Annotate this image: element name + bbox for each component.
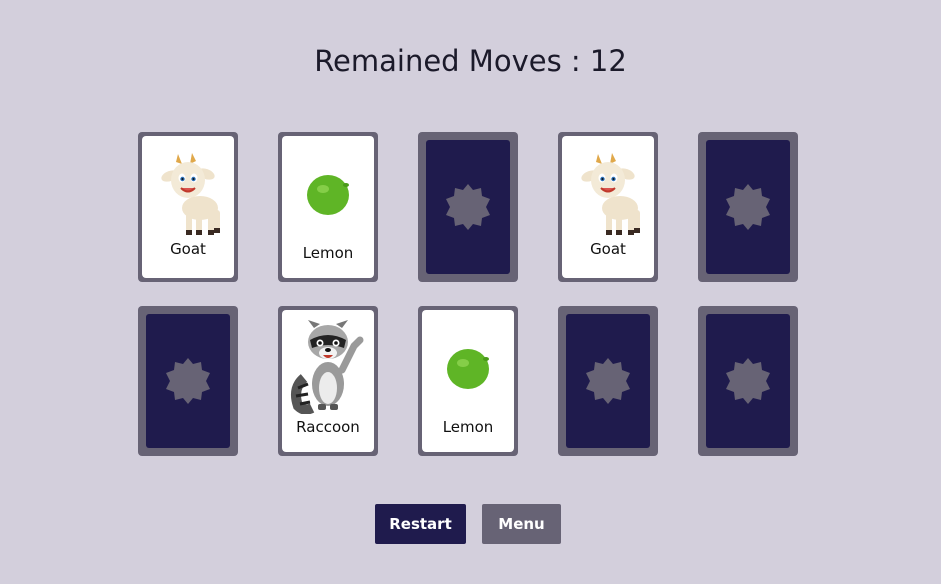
- card-face-down[interactable]: [558, 306, 658, 456]
- card-face-down[interactable]: [138, 306, 238, 456]
- card-back-star-icon: [166, 358, 210, 404]
- card-lemon[interactable]: Lemon: [278, 132, 378, 282]
- card-back: [146, 314, 230, 448]
- card-face: Lemon: [282, 136, 374, 278]
- card-back: [706, 314, 790, 448]
- lemon-icon: [422, 346, 514, 392]
- card-back-star-icon: [726, 358, 770, 404]
- card-raccoon[interactable]: Raccoon: [278, 306, 378, 456]
- card-label: Lemon: [442, 418, 494, 436]
- menu-button[interactable]: Menu: [482, 504, 561, 544]
- card-label: Goat: [590, 240, 626, 258]
- card-back-star-icon: [726, 184, 770, 230]
- raccoon-icon: [282, 318, 374, 414]
- card-face-down[interactable]: [698, 306, 798, 456]
- card-face: Lemon: [422, 310, 514, 452]
- card-back-star-icon: [586, 358, 630, 404]
- card-label: Raccoon: [296, 418, 360, 436]
- goat-icon: [142, 150, 234, 238]
- card-back: [706, 140, 790, 274]
- card-back-star-icon: [446, 184, 490, 230]
- lemon-icon: [282, 172, 374, 218]
- card-goat[interactable]: Goat: [138, 132, 238, 282]
- goat-icon: [562, 150, 654, 238]
- remained-moves-title: Remained Moves : 12: [314, 44, 627, 78]
- restart-button[interactable]: Restart: [375, 504, 466, 544]
- card-goat[interactable]: Goat: [558, 132, 658, 282]
- card-back: [426, 140, 510, 274]
- card-face-down[interactable]: [698, 132, 798, 282]
- card-face-down[interactable]: [418, 132, 518, 282]
- card-face: Goat: [562, 136, 654, 278]
- card-face: Raccoon: [282, 310, 374, 452]
- card-lemon[interactable]: Lemon: [418, 306, 518, 456]
- card-label: Lemon: [302, 244, 354, 262]
- card-board: Goat Lemon Goat Raccoon Lemon: [138, 132, 798, 456]
- card-back: [566, 314, 650, 448]
- card-face: Goat: [142, 136, 234, 278]
- card-label: Goat: [170, 240, 206, 258]
